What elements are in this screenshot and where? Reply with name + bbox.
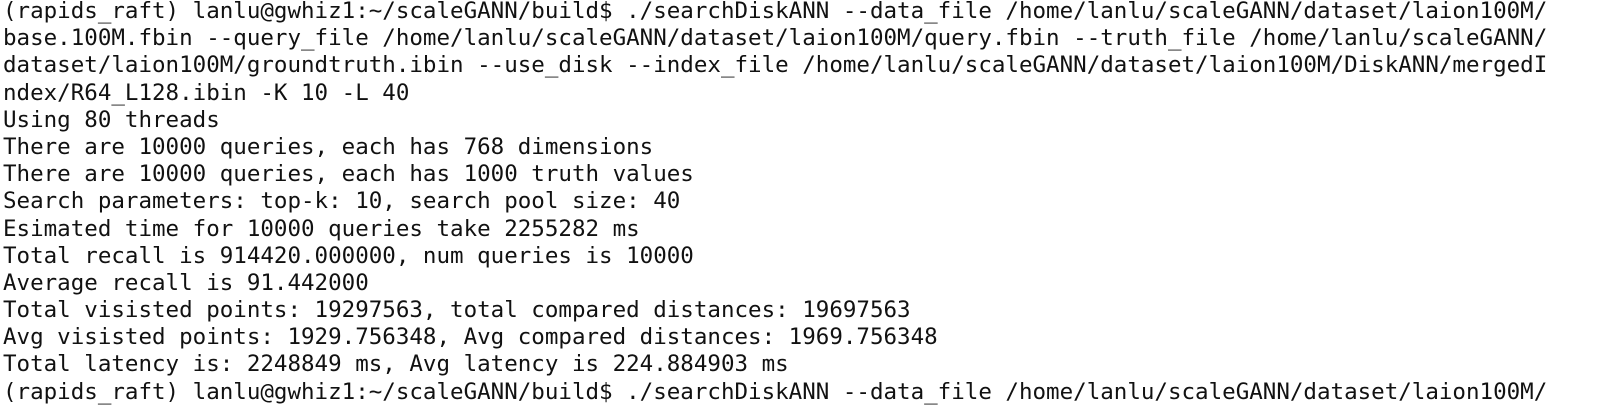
- output-line: Total latency is: 2248849 ms, Avg latenc…: [3, 351, 789, 378]
- output-line: Average recall is 91.442000: [3, 269, 369, 296]
- terminal-window[interactable]: (rapids_raft) lanlu@gwhiz1:~/scaleGANN/b…: [0, 0, 1606, 406]
- terminal-output: (rapids_raft) lanlu@gwhiz1:~/scaleGANN/b…: [3, 0, 1603, 406]
- command-line: (rapids_raft) lanlu@gwhiz1:~/scaleGANN/b…: [3, 378, 1548, 405]
- command-line: (rapids_raft) lanlu@gwhiz1:~/scaleGANN/b…: [3, 0, 1548, 24]
- command-line-continuation: dataset/laion100M/groundtruth.ibin --use…: [3, 52, 1548, 79]
- command-line-continuation: base.100M.fbin --query_file /home/lanlu/…: [3, 25, 1548, 52]
- output-line: Total visisted points: 19297563, total c…: [3, 297, 911, 324]
- output-line: Total recall is 914420.000000, num queri…: [3, 242, 694, 269]
- output-line: Esimated time for 10000 queries take 225…: [3, 215, 640, 242]
- output-line: There are 10000 queries, each has 1000 t…: [3, 161, 694, 188]
- output-line: There are 10000 queries, each has 768 di…: [3, 133, 654, 160]
- command-line-continuation: ndex/R64_L128.ibin -K 10 -L 40: [3, 79, 410, 106]
- output-line: Using 80 threads: [3, 106, 220, 133]
- output-line: Avg visisted points: 1929.756348, Avg co…: [3, 324, 938, 351]
- output-line: Search parameters: top-k: 10, search poo…: [3, 188, 681, 215]
